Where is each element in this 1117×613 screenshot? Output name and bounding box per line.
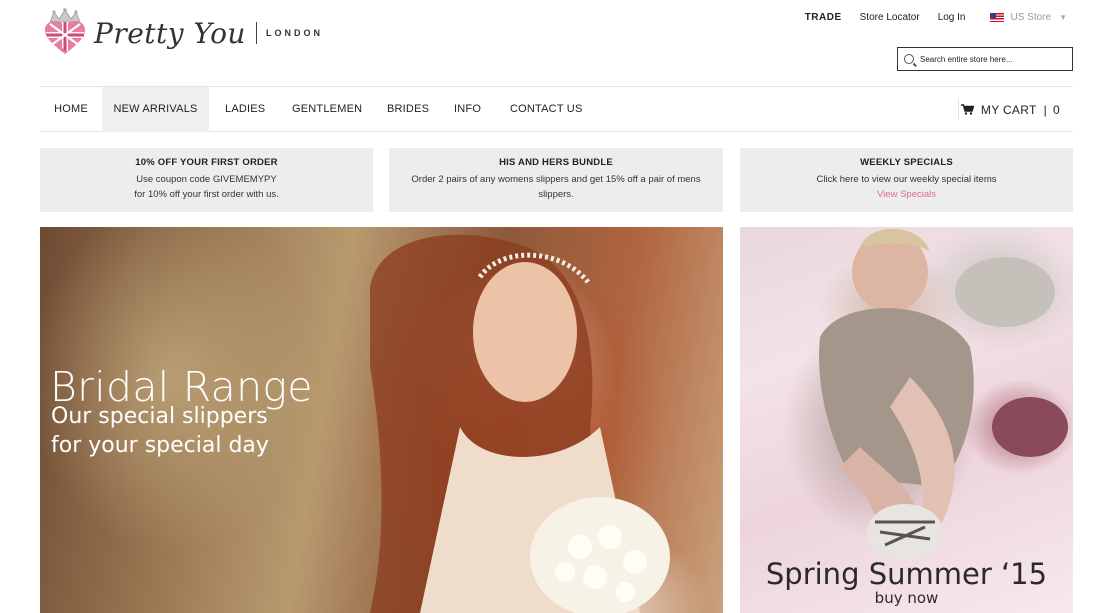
nav-item-ladies[interactable]: LADIES xyxy=(225,87,265,132)
slippers-model-photo xyxy=(819,228,1068,560)
logo-divider xyxy=(255,22,257,44)
promo-text: for 10% off your first order with us. xyxy=(134,189,279,200)
promo-title: HIS AND HERS BUNDLE xyxy=(499,157,613,168)
us-flag-icon xyxy=(989,13,1004,22)
search-icon[interactable] xyxy=(904,54,914,64)
heart-crown-logo-icon xyxy=(45,8,85,54)
logo-location-text: LONDON xyxy=(265,28,323,38)
bridal-range-banner[interactable]: Bridal Range Our special slippers for yo… xyxy=(40,227,723,613)
buy-now-link[interactable]: buy now xyxy=(740,589,1073,607)
nav-item-brides[interactable]: BRIDES xyxy=(387,87,429,132)
cart-divider xyxy=(958,99,959,120)
spring-summer-banner[interactable]: Spring Summer ‘15 buy now xyxy=(740,227,1073,613)
store-locator-link[interactable]: Store Locator xyxy=(860,12,920,23)
promo-weekly-specials[interactable]: WEEKLY SPECIALS Click here to view our w… xyxy=(740,148,1073,212)
logo-script-text: Pretty You xyxy=(94,16,246,50)
spring-banner-title: Spring Summer ‘15 xyxy=(765,557,1048,591)
promo-text: Order 2 pairs of any womens slippers and… xyxy=(411,174,701,185)
view-specials-link[interactable]: View Specials xyxy=(740,187,1073,202)
trade-link[interactable]: TRADE xyxy=(805,12,842,23)
promo-title: WEEKLY SPECIALS xyxy=(860,157,953,168)
shopping-cart-icon xyxy=(960,104,974,115)
promo-text: Use coupon code GIVEMEMYPY xyxy=(136,174,277,185)
search-input[interactable] xyxy=(920,54,1070,64)
nav-item-new-arrivals[interactable]: NEW ARRIVALS xyxy=(102,87,209,132)
promo-text: slippers. xyxy=(538,189,574,200)
main-nav: HOME NEW ARRIVALS LADIES GENTLEMEN BRIDE… xyxy=(40,86,1073,132)
login-link[interactable]: Log In xyxy=(938,12,966,23)
store-switcher[interactable]: US Store ▼ xyxy=(989,12,1067,23)
promo-text: Click here to view our weekly special it… xyxy=(816,174,997,185)
nav-item-info[interactable]: INFO xyxy=(454,87,481,132)
nav-item-contact-us[interactable]: CONTACT US xyxy=(510,87,583,132)
nav-item-home[interactable]: HOME xyxy=(40,87,102,132)
promo-title: 10% OFF YOUR FIRST ORDER xyxy=(135,157,278,168)
bridal-banner-line-1: Our special slippers xyxy=(51,404,268,429)
bridal-banner-line-2: for your special day xyxy=(51,433,269,458)
promo-bundle[interactable]: HIS AND HERS BUNDLE Order 2 pairs of any… xyxy=(389,148,723,212)
cart-label: MY CART xyxy=(980,102,1037,117)
cart-separator: | xyxy=(1043,102,1048,117)
search-box xyxy=(897,47,1073,71)
top-links: TRADE Store Locator Log In US Store ▼ xyxy=(787,12,1067,23)
chevron-down-icon: ▼ xyxy=(1059,13,1067,22)
store-label: US Store xyxy=(1010,12,1052,23)
promo-first-order[interactable]: 10% OFF YOUR FIRST ORDER Use coupon code… xyxy=(40,148,373,212)
cart-count: 0 xyxy=(1053,102,1060,117)
nav-item-gentlemen[interactable]: GENTLEMEN xyxy=(292,87,362,132)
site-logo[interactable]: Pretty You LONDON xyxy=(42,8,323,58)
my-cart-button[interactable]: MY CART | 0 xyxy=(960,87,1060,132)
